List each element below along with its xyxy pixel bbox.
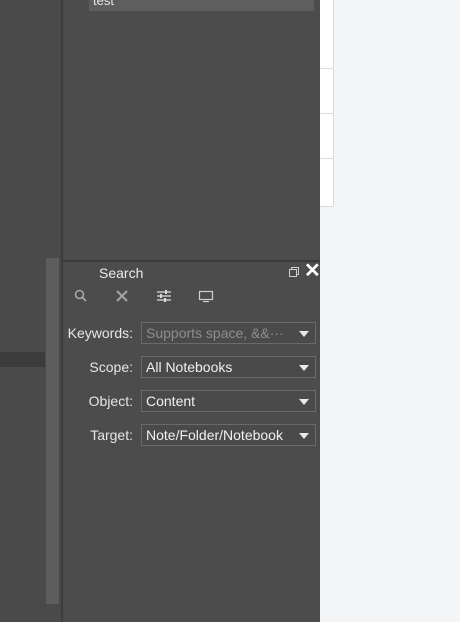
- list-item[interactable]: test: [89, 0, 314, 11]
- scope-value: All Notebooks: [146, 359, 233, 375]
- scope-label: Scope:: [89, 359, 133, 375]
- clear-icon[interactable]: [114, 288, 130, 304]
- object-select[interactable]: Content: [141, 390, 316, 412]
- content-row-divider: [320, 158, 333, 159]
- scope-select[interactable]: All Notebooks: [141, 356, 316, 378]
- sidebar-scrollbar[interactable]: [46, 258, 59, 604]
- advanced-settings-icon[interactable]: [156, 288, 172, 304]
- keywords-placeholder: Supports space, &&···: [146, 325, 284, 341]
- content-row-divider: [320, 113, 333, 114]
- object-value: Content: [146, 393, 196, 409]
- content-list-column: [320, 0, 334, 207]
- side-panel: test Search ✕ Keywords: Supports space, …: [63, 0, 321, 622]
- target-select[interactable]: Note/Folder/Notebook: [141, 424, 316, 446]
- close-icon[interactable]: ✕: [304, 261, 321, 281]
- chevron-down-icon[interactable]: [299, 365, 309, 371]
- keywords-input[interactable]: Supports space, &&···: [141, 322, 316, 344]
- chevron-down-icon[interactable]: [299, 331, 309, 337]
- search-panel-title: Search: [99, 265, 144, 281]
- chevron-down-icon[interactable]: [299, 433, 309, 439]
- panel-splitter[interactable]: [63, 260, 320, 262]
- target-label: Target:: [90, 427, 133, 443]
- content-row-divider: [320, 68, 333, 69]
- target-value: Note/Folder/Notebook: [146, 427, 283, 443]
- chevron-down-icon[interactable]: [299, 399, 309, 405]
- search-icon[interactable]: [73, 288, 89, 304]
- sidebar-selected-row[interactable]: [0, 352, 45, 367]
- keywords-label: Keywords:: [67, 325, 133, 341]
- restore-window-icon[interactable]: [288, 266, 300, 278]
- main-content-area: [320, 0, 460, 622]
- object-label: Object:: [88, 393, 133, 409]
- display-icon[interactable]: [198, 288, 214, 304]
